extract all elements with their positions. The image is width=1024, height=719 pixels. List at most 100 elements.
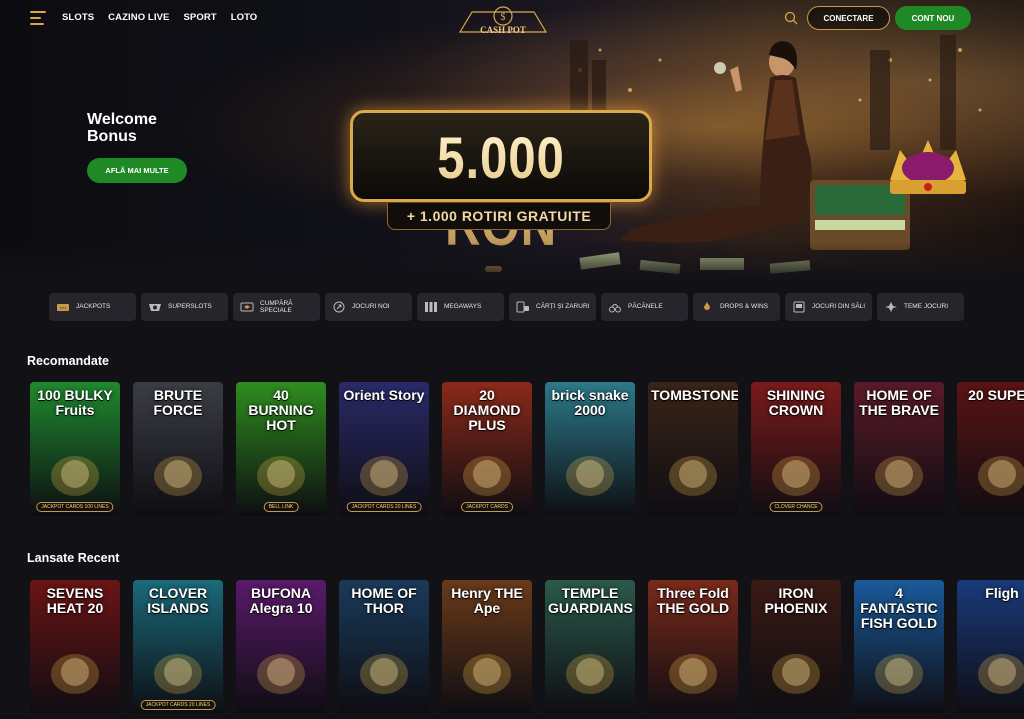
game-title: brick snake 2000 xyxy=(551,387,629,418)
recent-game-tile[interactable]: Henry THE Ape xyxy=(442,580,532,714)
promo-subtitle: + 1.000 ROTIRI GRATUITE xyxy=(387,203,611,230)
game-art xyxy=(51,654,99,694)
game-title: CLOVER ISLANDS xyxy=(147,585,209,616)
recent-game-tile[interactable]: TEMPLE GUARDIANS xyxy=(545,580,635,714)
jackpot-icon: 777 xyxy=(57,304,69,311)
game-art xyxy=(978,654,1024,694)
hamburger-menu-icon[interactable] xyxy=(30,11,46,25)
main-nav: SLOTS CAZINO LIVE SPORT LOTO xyxy=(62,12,257,23)
drops-wins-icon xyxy=(704,302,710,310)
category-superslots[interactable]: SUPERSLOTS xyxy=(141,293,228,321)
recommended-game-tile[interactable]: 20 SUPER xyxy=(957,382,1024,516)
game-title: SHINING CROWN xyxy=(766,387,826,418)
recommended-title: Recomandate xyxy=(27,354,109,368)
nav-sport[interactable]: SPORT xyxy=(183,12,216,23)
game-badge: CLOVER CHANCE xyxy=(769,502,823,512)
game-art xyxy=(772,456,820,496)
recent-game-tile[interactable]: IRON PHOENIX xyxy=(751,580,841,714)
recommended-game-tile[interactable]: HOME OF THE BRAVE xyxy=(854,382,944,516)
game-art xyxy=(669,456,717,496)
recommended-game-tile[interactable]: 20 DIAMOND PLUS JACKPOT CARDS xyxy=(442,382,532,516)
megaways-icon xyxy=(425,302,437,312)
game-art xyxy=(51,456,99,496)
recommended-game-tile[interactable]: 40 BURNING HOT BELL LINK xyxy=(236,382,326,516)
game-art xyxy=(257,654,305,694)
recent-game-tile[interactable]: Three Fold THE GOLD xyxy=(648,580,738,714)
game-title: TOMBSTONE xyxy=(651,387,738,403)
recommended-game-tile[interactable]: BRUTE FORCE xyxy=(133,382,223,516)
game-art xyxy=(257,456,305,496)
recent-game-tile[interactable]: CLOVER ISLANDS JACKPOT CARDS 20 LINES xyxy=(133,580,223,714)
category-megaways[interactable]: MEGAWAYS xyxy=(417,293,504,321)
cards-dice-icon xyxy=(516,301,529,313)
game-title: SEVENS HEAT 20 xyxy=(46,585,104,616)
recommended-row: 100 BULKY Fruits JACKPOT CARDS 100 LINES B… xyxy=(30,382,1024,516)
category-themes[interactable]: TEME JOCURI xyxy=(877,293,964,321)
hero-banner[interactable]: Welcome Bonus AFLĂ MAI MULTE 5.000 RON +… xyxy=(0,0,1024,282)
recommended-game-tile[interactable]: TOMBSTONE xyxy=(648,382,738,516)
game-title: 4 FANTASTIC FISH GOLD xyxy=(860,585,938,631)
category-arcade[interactable]: JOCURI DIN SĂLI xyxy=(785,293,872,321)
top-header: SLOTS CAZINO LIVE SPORT LOTO $ CASH POT … xyxy=(0,0,1024,36)
recommended-game-tile[interactable]: brick snake 2000 xyxy=(545,382,635,516)
nav-lotto[interactable]: LOTO xyxy=(231,12,258,23)
game-art xyxy=(566,456,614,496)
learn-more-button[interactable]: AFLĂ MAI MULTE xyxy=(87,158,187,183)
category-slots-classic[interactable]: PĂCĂNELE xyxy=(601,293,688,321)
svg-text:$: $ xyxy=(501,12,506,23)
category-bar: 777 JACKPOTS SUPERSLOTS CUMPĂRĂ SPECIALE… xyxy=(49,293,964,321)
game-art xyxy=(978,456,1024,496)
login-button[interactable]: CONECTARE xyxy=(807,6,890,30)
game-badge: JACKPOT CARDS xyxy=(461,502,513,512)
game-title: 40 BURNING HOT xyxy=(248,387,314,433)
recent-game-tile[interactable]: BUFONA Alegra 10 xyxy=(236,580,326,714)
game-art xyxy=(360,654,408,694)
recommended-game-tile[interactable]: Orient Story JACKPOT CARDS 20 LINES xyxy=(339,382,429,516)
game-art xyxy=(875,654,923,694)
game-art xyxy=(463,654,511,694)
recommended-game-tile[interactable]: SHINING CROWN CLOVER CHANCE xyxy=(751,382,841,516)
search-icon[interactable] xyxy=(784,11,798,25)
game-title: 20 DIAMOND PLUS xyxy=(453,387,521,433)
bonus-buy-icon xyxy=(240,302,254,312)
category-bonus-buy[interactable]: CUMPĂRĂ SPECIALE xyxy=(233,293,320,321)
category-cards-dice[interactable]: CĂRȚI ȘI ZARURI xyxy=(509,293,596,321)
game-art xyxy=(154,654,202,694)
category-drops-wins[interactable]: DROPS & WINS xyxy=(693,293,780,321)
category-new-games[interactable]: JOCURI NOI xyxy=(325,293,412,321)
arcade-icon xyxy=(793,301,805,313)
recent-game-tile[interactable]: SEVENS HEAT 20 xyxy=(30,580,120,714)
game-title: HOME OF THOR xyxy=(351,585,417,616)
cashpot-logo[interactable]: $ CASH POT xyxy=(452,4,554,38)
game-title: IRON PHOENIX xyxy=(764,585,828,616)
game-art xyxy=(566,654,614,694)
game-title: Three Fold THE GOLD xyxy=(656,585,730,616)
game-badge: JACKPOT CARDS 20 LINES xyxy=(140,700,216,710)
recent-game-tile[interactable]: 4 FANTASTIC FISH GOLD xyxy=(854,580,944,714)
recommended-game-tile[interactable]: 100 BULKY Fruits JACKPOT CARDS 100 LINES xyxy=(30,382,120,516)
recent-game-tile[interactable]: Fligh xyxy=(957,580,1024,714)
svg-text:CASH POT: CASH POT xyxy=(480,25,526,35)
game-badge: BELL LINK xyxy=(263,502,299,512)
game-title: BRUTE FORCE xyxy=(153,387,203,418)
game-art xyxy=(154,456,202,496)
game-title: TEMPLE GUARDIANS xyxy=(548,585,633,616)
nav-slots[interactable]: SLOTS xyxy=(62,12,94,23)
nav-live-casino[interactable]: CAZINO LIVE xyxy=(108,12,169,23)
recent-game-tile[interactable]: HOME OF THOR xyxy=(339,580,429,714)
promo-amount-box: 5.000 RON xyxy=(350,110,652,258)
promo-amount: 5.000 RON xyxy=(375,125,627,259)
themes-icon xyxy=(885,302,897,312)
category-jackpots[interactable]: 777 JACKPOTS xyxy=(49,293,136,321)
hero-title: Welcome Bonus xyxy=(87,111,157,145)
game-title: Orient Story xyxy=(343,387,425,403)
svg-text:777: 777 xyxy=(60,306,67,311)
game-art xyxy=(875,456,923,496)
game-title: Fligh xyxy=(985,585,1019,601)
game-art xyxy=(669,654,717,694)
game-title: 100 BULKY Fruits xyxy=(37,387,113,418)
register-button[interactable]: CONT NOU xyxy=(895,6,971,30)
recent-row: SEVENS HEAT 20 CLOVER ISLANDS JACKPOT CARD… xyxy=(30,580,1024,714)
game-title: 20 SUPER xyxy=(968,387,1024,403)
game-badge: JACKPOT CARDS 100 LINES xyxy=(36,502,114,512)
